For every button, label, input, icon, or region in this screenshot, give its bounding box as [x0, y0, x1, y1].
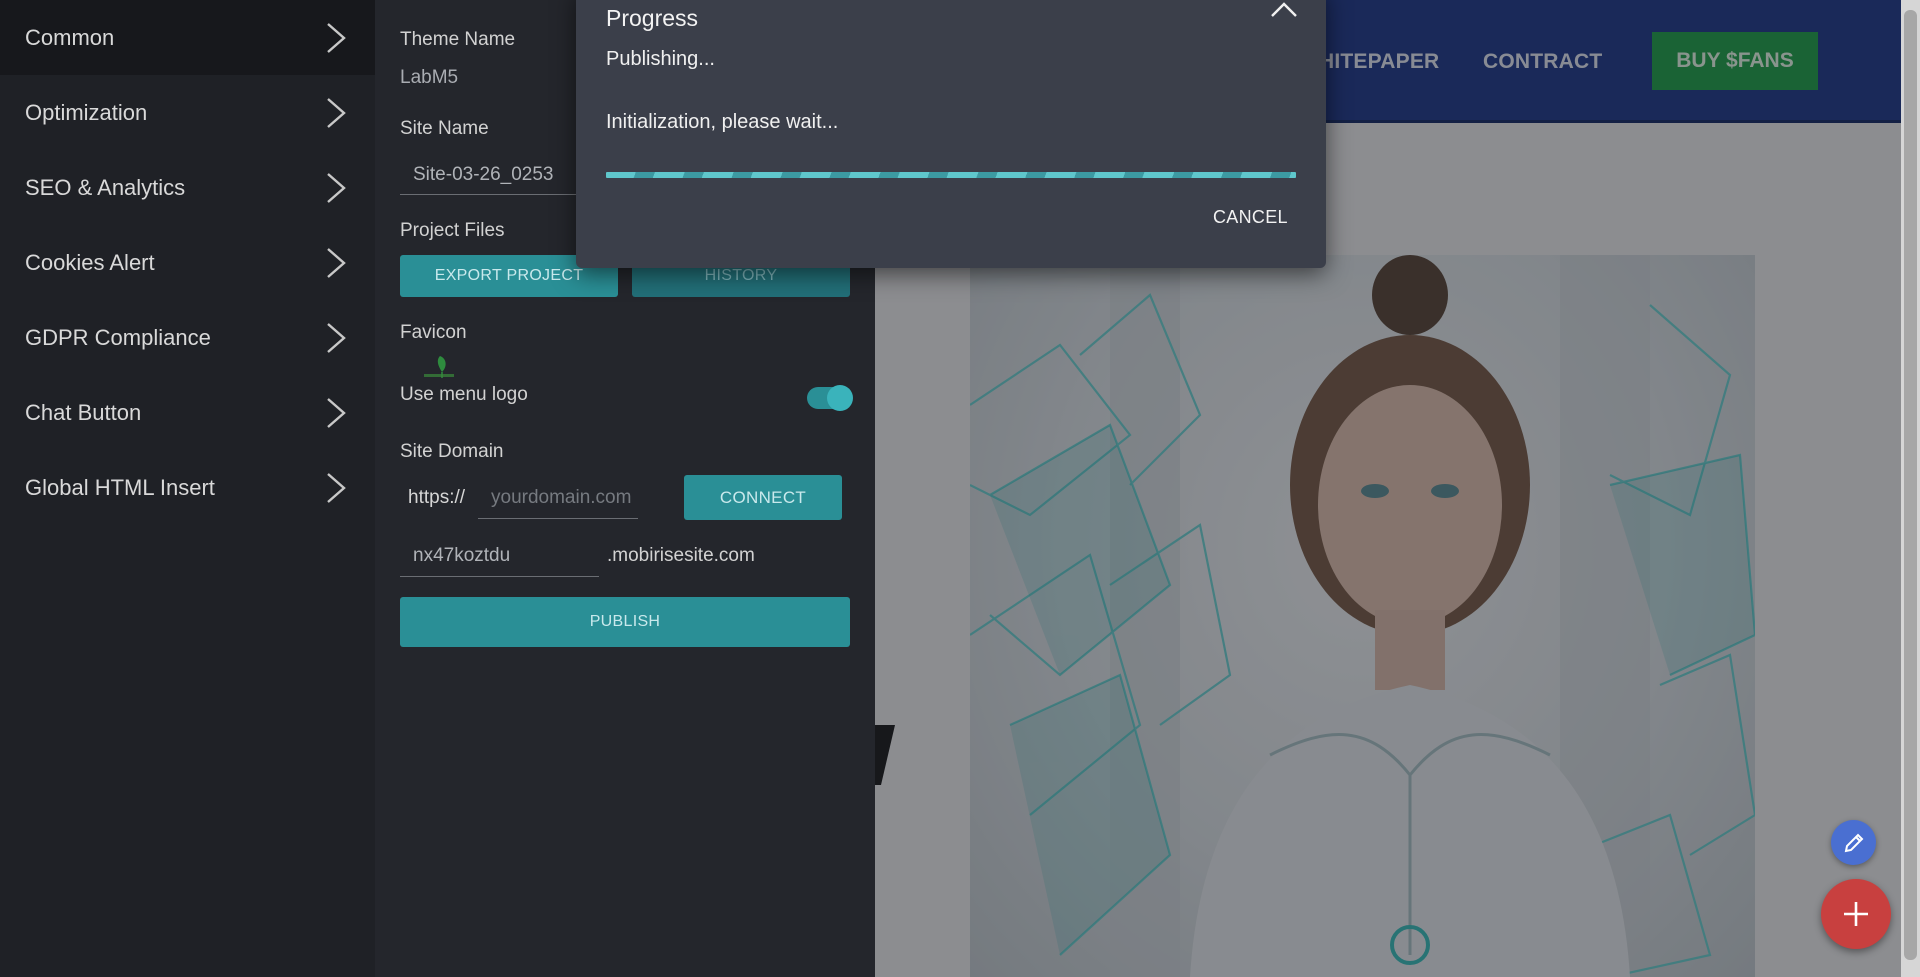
nav-item-optimization[interactable]: Optimization: [0, 75, 375, 150]
hero-image: [970, 255, 1755, 977]
nav-item-label: Global HTML Insert: [25, 474, 215, 500]
chevron-right-icon: [315, 393, 355, 433]
close-icon[interactable]: [1266, 0, 1302, 24]
custom-domain-input[interactable]: [478, 477, 638, 519]
theme-name-value: LabM5: [400, 67, 459, 88]
use-menu-logo-label: Use menu logo: [400, 384, 528, 405]
edit-fab-button[interactable]: [1831, 820, 1876, 865]
connect-button[interactable]: CONNECT: [684, 475, 842, 520]
progress-bar: [606, 172, 1296, 178]
subdomain-input[interactable]: [400, 535, 599, 577]
progress-bar-fill: [606, 172, 1296, 178]
dialog-message-text: Initialization, please wait...: [606, 111, 839, 133]
chevron-right-icon: [315, 318, 355, 358]
dialog-title: Progress: [606, 5, 699, 31]
favicon-label: Favicon: [400, 322, 467, 343]
nav-item-gdpr-compliance[interactable]: GDPR Compliance: [0, 300, 375, 375]
nav-item-seo-analytics[interactable]: SEO & Analytics: [0, 150, 375, 225]
nav-item-label: Cookies Alert: [25, 249, 155, 275]
nav-item-label: Optimization: [25, 99, 148, 125]
nav-item-common[interactable]: Common: [0, 0, 375, 75]
nav-link-contract[interactable]: CONTRACT: [1483, 50, 1602, 74]
settings-nav: Common Optimization SEO & Analytics Cook…: [0, 0, 375, 977]
favicon-leaf-icon[interactable]: [422, 352, 462, 382]
nav-item-label: Common: [25, 24, 115, 50]
nav-item-label: GDPR Compliance: [25, 324, 211, 350]
site-name-input[interactable]: [400, 155, 600, 195]
chevron-right-icon: [315, 468, 355, 508]
add-block-fab-button[interactable]: [1821, 879, 1891, 949]
site-name-label: Site Name: [400, 118, 489, 139]
hero-text-fragment: [875, 725, 895, 785]
nav-item-cookies-alert[interactable]: Cookies Alert: [0, 225, 375, 300]
nav-link-whitepaper[interactable]: HITEPAPER: [1319, 50, 1439, 74]
publish-button[interactable]: PUBLISH: [400, 597, 850, 647]
chevron-right-icon: [315, 18, 355, 58]
use-menu-logo-toggle[interactable]: [807, 385, 853, 411]
chevron-right-icon: [315, 168, 355, 208]
buy-fans-button[interactable]: BUY $FANS: [1652, 32, 1818, 90]
plus-icon: [1844, 902, 1868, 926]
nav-item-label: SEO & Analytics: [25, 174, 186, 200]
theme-name-label: Theme Name: [400, 29, 516, 50]
chevron-right-icon: [315, 243, 355, 283]
nav-item-global-html-insert[interactable]: Global HTML Insert: [0, 450, 375, 525]
pencil-icon: [1844, 833, 1863, 852]
preview-scrollbar-thumb[interactable]: [1904, 10, 1917, 960]
subdomain-suffix: .mobirisesite.com: [607, 545, 755, 566]
chevron-right-icon: [315, 93, 355, 133]
cancel-button[interactable]: CANCEL: [1213, 207, 1288, 228]
nav-item-chat-button[interactable]: Chat Button: [0, 375, 375, 450]
nav-item-label: Chat Button: [25, 399, 142, 425]
toggle-knob: [827, 385, 853, 411]
project-files-label: Project Files: [400, 220, 505, 241]
site-domain-label: Site Domain: [400, 441, 504, 462]
dialog-status-text: Publishing...: [606, 48, 715, 70]
protocol-prefix: https://: [408, 487, 466, 508]
